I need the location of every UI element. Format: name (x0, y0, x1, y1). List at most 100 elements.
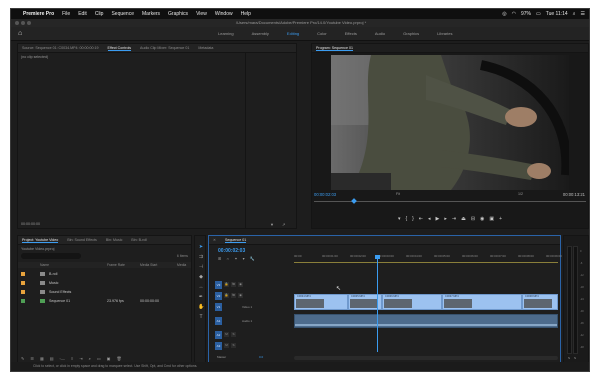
scrub-playhead[interactable] (351, 198, 357, 204)
menu-file[interactable]: File (62, 11, 70, 17)
menu-window[interactable]: Window (215, 11, 233, 17)
sync-lock-icon[interactable]: ⇆ (231, 282, 236, 287)
workspace-tab-effects[interactable]: Effects (336, 27, 366, 41)
zoom-level-select[interactable]: Fit (396, 192, 400, 196)
selection-tool-icon[interactable]: ➤ (198, 244, 204, 250)
label-color-swatch[interactable] (21, 299, 25, 303)
zoom-slider-icon[interactable]: ◦— (60, 356, 65, 361)
program-video-frame[interactable] (331, 55, 569, 190)
sort-icons-icon[interactable]: ≡ (71, 356, 73, 361)
lift-icon[interactable]: ⏏ (461, 215, 466, 223)
tab-bin-music[interactable]: Bin: Music (106, 238, 123, 242)
program-playhead-timecode[interactable]: 00:00:02:03 (314, 192, 336, 197)
linked-selection-icon[interactable]: ⚭ (234, 256, 237, 261)
workspace-tab-editing[interactable]: Editing (278, 27, 308, 41)
eye-icon[interactable]: ◉ (238, 293, 243, 298)
home-icon[interactable]: ⌂ (18, 30, 26, 38)
tab-audio-clip-mixer[interactable]: Audio Clip Mixer: Sequence 01 (140, 46, 189, 50)
icon-view-icon[interactable]: ▦ (40, 356, 44, 361)
column-frame-rate[interactable]: Frame Rate (107, 263, 125, 267)
video-clip[interactable]: C0036.MP4 (382, 294, 442, 310)
source-patch-a2[interactable]: A2 (215, 331, 222, 339)
battery-percent[interactable]: 97% (521, 11, 531, 17)
source-patch-a3[interactable]: A3 (215, 342, 222, 350)
step-forward-icon[interactable]: ▸ (444, 215, 447, 223)
tab-metadata[interactable]: Metadata (198, 46, 213, 50)
menu-clock[interactable]: Tue 11:14 (546, 11, 568, 17)
lock-icon[interactable]: 🔒 (224, 293, 229, 298)
column-name[interactable]: Name (40, 263, 49, 267)
lock-icon[interactable]: 🔒 (224, 282, 229, 287)
menu-edit[interactable]: Edit (78, 11, 87, 17)
pen-icon[interactable]: ✎ (21, 356, 24, 361)
tab-source-monitor[interactable]: Source: Sequence 01: C0034.MP4: 00:00:00… (22, 46, 99, 50)
snap-icon[interactable]: ∩ (226, 256, 229, 261)
tab-bin-broll[interactable]: Bin: B-roll (131, 238, 147, 242)
settings-wrench-icon[interactable]: 🔧 (250, 256, 255, 261)
video-clip[interactable]: C0034.MP4 (294, 294, 348, 310)
track-lanes[interactable]: C0034.MP4 C0035.MP4 C0036.MP4 C0037.MP4 … (294, 266, 558, 350)
minimize-window-button[interactable] (21, 21, 25, 25)
menu-help[interactable]: Help (241, 11, 251, 17)
tab-sequence-01[interactable]: Sequence 01 (225, 238, 247, 243)
source-patch-v2[interactable]: V2 (215, 292, 222, 300)
workspace-tab-assembly[interactable]: Assembly (243, 27, 278, 41)
work-area-bar[interactable] (294, 262, 558, 263)
timeline-playhead[interactable] (377, 258, 378, 352)
effect-controls-divider[interactable] (245, 53, 246, 228)
timeline-scrollbar[interactable] (294, 356, 558, 360)
close-sequence-icon[interactable]: ✕ (213, 238, 216, 242)
source-patch-a1[interactable]: A1 (215, 317, 222, 325)
go-to-in-icon[interactable]: ⇤ (419, 215, 423, 223)
source-patch-v1[interactable]: V1 (215, 303, 222, 311)
clear-icon[interactable]: 🗑 (116, 356, 121, 361)
menu-markers[interactable]: Markers (142, 11, 160, 17)
mark-out-icon[interactable]: } (412, 215, 414, 223)
menu-sequence[interactable]: Sequence (111, 11, 134, 17)
tab-project[interactable]: Project: Youtube Video (22, 238, 59, 243)
mute-button[interactable]: M (224, 332, 229, 337)
menu-app-name[interactable]: Premiere Pro (23, 11, 54, 17)
add-marker-icon[interactable]: ▾ (398, 215, 401, 223)
hand-tool-icon[interactable]: ✋ (198, 304, 204, 310)
sync-lock-icon[interactable]: ⇆ (231, 293, 236, 298)
timeline-playhead-timecode[interactable]: 00:00:02:03 (218, 248, 245, 254)
video-clip[interactable]: C0037.MP4 (442, 294, 522, 310)
wifi-icon[interactable]: ◠ (512, 11, 516, 17)
project-row[interactable]: Sequence 01 23.976 fps 00:00:00:00 (18, 297, 191, 305)
workspace-tab-libraries[interactable]: Libraries (428, 27, 461, 41)
audio-clip[interactable] (294, 314, 558, 328)
type-tool-icon[interactable]: T (198, 314, 204, 320)
video-clip[interactable]: C0038.MP4 (522, 294, 558, 310)
ripple-edit-tool-icon[interactable]: ⊣ (198, 264, 204, 270)
project-row[interactable]: Music (18, 279, 191, 287)
workspace-tab-color[interactable]: Color (308, 27, 336, 41)
filter-icon[interactable]: ▼ (270, 222, 274, 227)
mark-in-icon[interactable]: { (405, 215, 407, 223)
pen-tool-icon[interactable]: ✒ (198, 294, 204, 300)
extract-icon[interactable]: ⊟ (471, 215, 475, 223)
tab-bin-sound-effects[interactable]: Bin: Sound Effects (67, 238, 97, 242)
zoom-window-button[interactable] (27, 21, 31, 25)
solo-button[interactable]: S (231, 343, 236, 348)
tab-program-monitor[interactable]: Program: Sequence 01 (316, 46, 353, 51)
find-icon[interactable]: ⌕ (89, 356, 91, 361)
track-select-tool-icon[interactable]: ⇉ (198, 254, 204, 260)
solo-button[interactable]: S (231, 332, 236, 337)
battery-icon[interactable]: ▭ (536, 11, 541, 17)
program-scrub-bar[interactable] (314, 198, 586, 204)
source-patch-v3[interactable]: V3 (215, 281, 222, 289)
control-center-icon[interactable]: ☰ (581, 11, 585, 17)
menu-graphics[interactable]: Graphics (168, 11, 188, 17)
comparison-view-icon[interactable]: ▣ (489, 215, 494, 223)
solo-right-button[interactable]: S (574, 356, 576, 360)
tab-effect-controls[interactable]: Effect Controls (107, 46, 132, 51)
add-marker-icon[interactable]: ▾ (243, 256, 245, 261)
slip-tool-icon[interactable]: ↔ (198, 284, 204, 290)
time-ruler[interactable]: 00:00 00:00:01:00 00:00:02:00 00:00:03:0… (294, 246, 562, 263)
workspace-tab-graphics[interactable]: Graphics (394, 27, 428, 41)
creative-cloud-icon[interactable]: ◎ (502, 11, 506, 17)
menu-clip[interactable]: Clip (95, 11, 104, 17)
menu-view[interactable]: View (196, 11, 207, 17)
automate-to-sequence-icon[interactable]: ⇥ (79, 356, 82, 361)
